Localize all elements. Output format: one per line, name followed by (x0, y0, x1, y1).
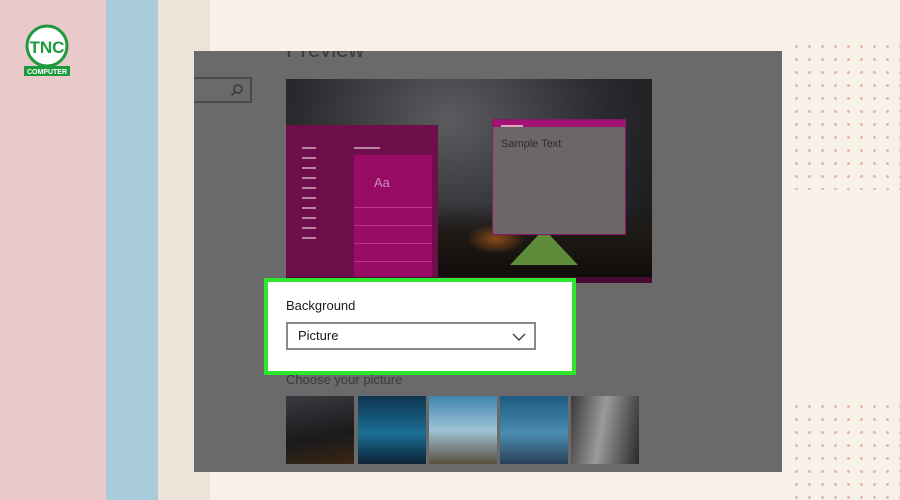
chevron-down-icon (512, 330, 526, 348)
preview-window-title-line (501, 125, 523, 127)
picture-thumbnail[interactable] (429, 396, 497, 464)
background-dropdown[interactable]: Picture (286, 322, 536, 350)
picture-thumbnail[interactable] (358, 396, 426, 464)
background-setting-highlight: Background Picture (264, 278, 576, 375)
logo-subtext: COMPUTER (27, 69, 67, 76)
preview-window: Sample Text (492, 119, 626, 235)
picture-thumbnail[interactable] (571, 396, 639, 464)
decor-stripe-blue (106, 0, 158, 500)
picture-thumbnail[interactable] (500, 396, 568, 464)
picture-thumbnail[interactable] (286, 396, 354, 464)
choose-picture-label: Choose your picture (286, 372, 403, 387)
theme-preview: Aa Sample Text (286, 79, 652, 283)
background-dropdown-value: Picture (298, 328, 339, 343)
preview-menu-header (354, 147, 380, 149)
logo-text: TNC (30, 38, 65, 57)
tnc-logo: TNC COMPUTER (22, 24, 72, 78)
preview-title: Preview (286, 51, 364, 63)
preview-tile-label: Aa (374, 175, 390, 190)
search-icon (230, 83, 244, 102)
decor-dots-bottom (790, 400, 900, 500)
decor-dots-top (790, 40, 900, 190)
search-input[interactable] (194, 77, 252, 103)
preview-menu-rail (302, 147, 316, 247)
background-label: Background (286, 298, 356, 313)
preview-tile: Aa (354, 155, 432, 281)
settings-screenshot: Preview Aa Sample Text (194, 51, 782, 472)
preview-start-menu: Aa (286, 125, 438, 283)
preview-window-text: Sample Text (501, 138, 562, 150)
